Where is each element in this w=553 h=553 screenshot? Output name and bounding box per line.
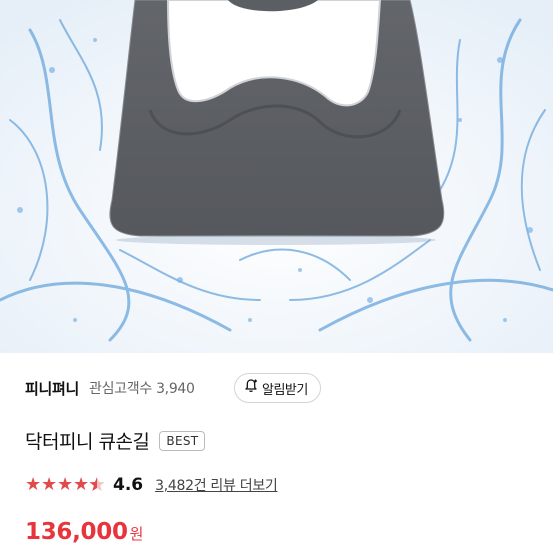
review-more-link[interactable]: 3,482건 리뷰 더보기	[155, 475, 278, 495]
best-badge: BEST	[159, 430, 206, 451]
star-icon: ★	[41, 474, 58, 495]
rating-value: 4.6	[113, 475, 144, 495]
rating-row: ★ ★ ★ ★ 4.6 3,482건 리뷰 더보기	[25, 475, 278, 495]
seller-row: 피니펴니 관심고객수 3,940	[25, 376, 195, 400]
notification-button-label: 알림받기	[262, 382, 308, 398]
star-icon: ★	[73, 474, 90, 495]
star-icon: ★	[57, 474, 74, 495]
bell-plus-icon	[243, 378, 262, 398]
product-info-panel: 피니펴니 관심고객수 3,940 알림받기 닥터피니 큐손길 BEST ★ ★ …	[0, 353, 553, 553]
star-rating: ★ ★ ★ ★	[25, 476, 105, 494]
seller-name[interactable]: 피니펴니	[25, 378, 79, 399]
star-icon: ★	[25, 474, 42, 495]
notification-button[interactable]: 알림받기	[234, 373, 321, 403]
title-row: 닥터피니 큐손길 BEST	[25, 427, 206, 454]
price-amount: 136,000	[25, 519, 128, 545]
product-title: 닥터피니 큐손길	[25, 431, 150, 453]
price-row: 136,000 원	[25, 519, 143, 545]
half-star-icon	[89, 476, 105, 494]
favorite-count: 관심고객수 3,940	[89, 381, 195, 397]
product-image[interactable]	[0, 0, 553, 353]
product-photo	[0, 0, 553, 353]
price-currency: 원	[129, 525, 144, 543]
